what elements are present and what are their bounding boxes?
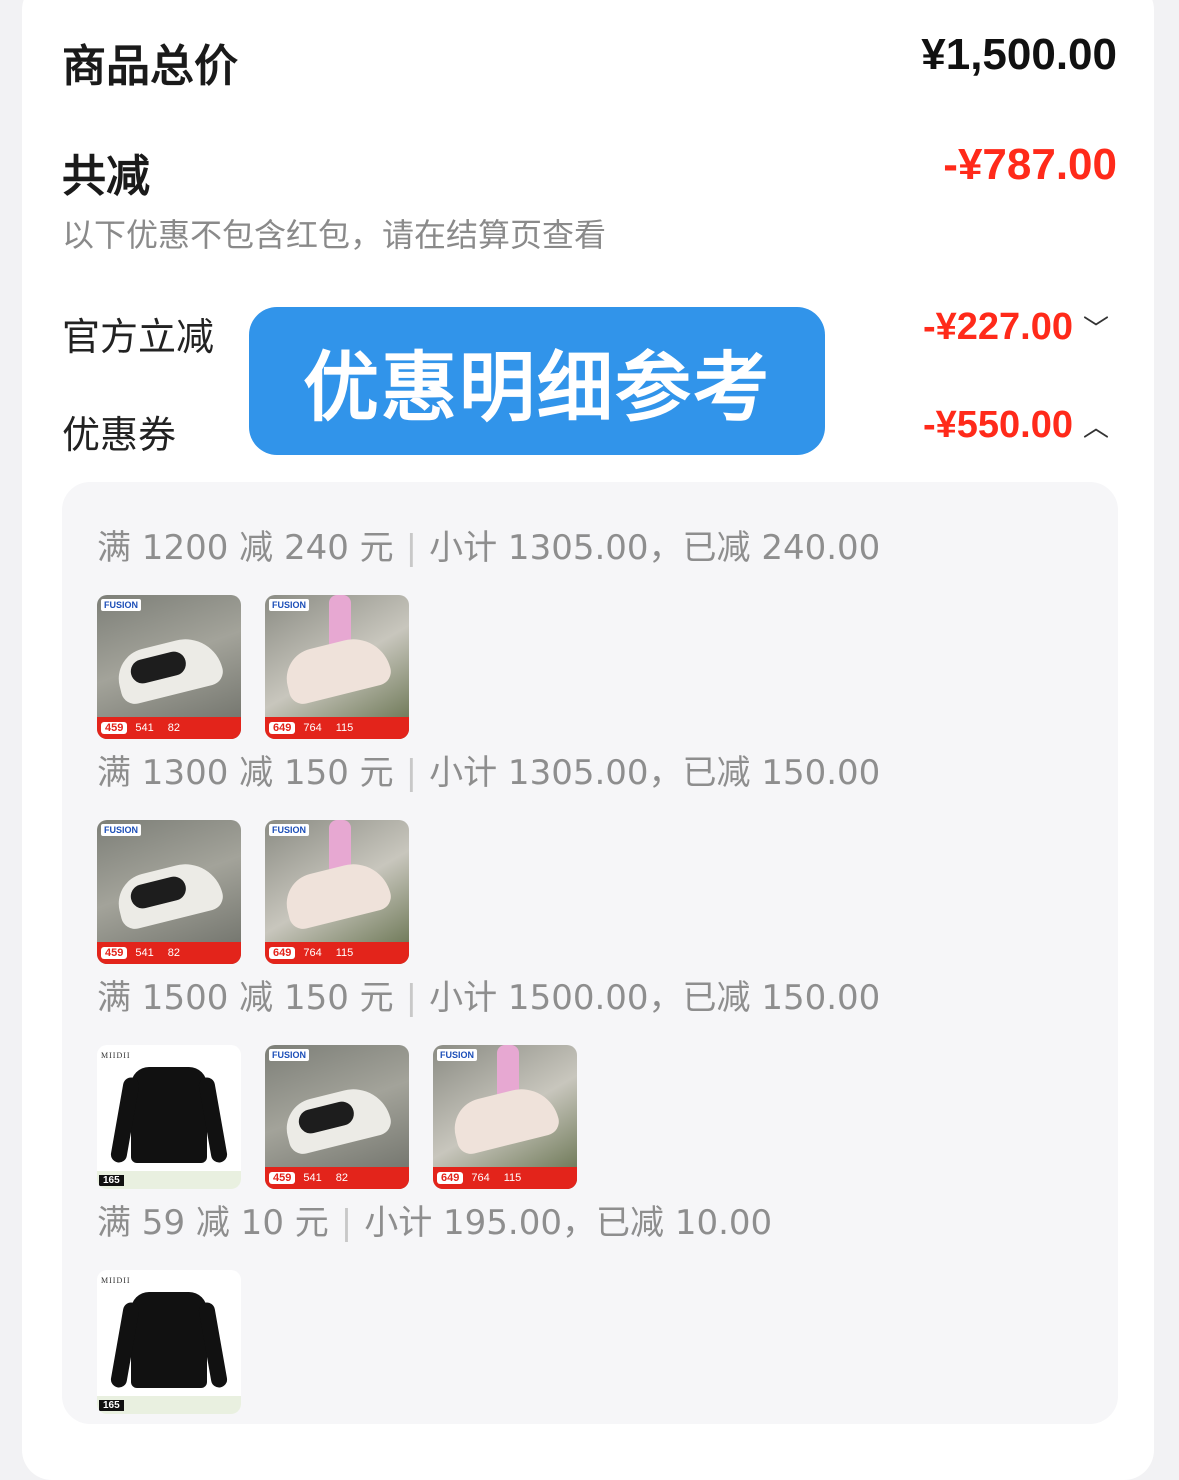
- coupon-value: -¥550.00: [922, 404, 1073, 446]
- brand-logo: FUSION: [101, 599, 142, 611]
- coupon-group: 满 59 减 10 元 | 小计 195.00，已减 10.00 MIIDII 16…: [97, 1195, 772, 1414]
- coupon-rule: 满 1300 减 150 元: [97, 753, 394, 793]
- coupon-rule: 满 1200 减 240 元: [97, 528, 394, 568]
- coupon-label: 优惠券: [62, 413, 177, 457]
- thumb-price: 764: [471, 1172, 490, 1184]
- product-thumbnail[interactable]: FUSION 459 541 82: [97, 595, 241, 739]
- thumb-price: 649: [269, 947, 296, 959]
- product-thumbnail[interactable]: FUSION 649 764 115: [265, 820, 409, 964]
- total-price-label: 商品总价: [62, 41, 238, 92]
- total-discount-value: -¥787.00: [943, 140, 1117, 189]
- total-price-value: ¥1,500.00: [921, 30, 1117, 79]
- brand-logo: FUSION: [101, 824, 142, 836]
- official-discount-value: -¥227.00: [922, 306, 1073, 348]
- thumb-price: 459: [101, 722, 128, 734]
- product-thumbnail[interactable]: MIIDII 165: [97, 1270, 241, 1414]
- coupon-group: 满 1300 减 150 元 | 小计 1305.00，已减 150.00 FUSI…: [97, 745, 880, 964]
- thumb-price: 649: [269, 722, 296, 734]
- brand-logo: MIIDII: [101, 1276, 131, 1285]
- brand-logo: FUSION: [437, 1049, 478, 1061]
- product-thumbnail[interactable]: FUSION 649 764 115: [433, 1045, 577, 1189]
- overlay-banner: 优惠明细参考: [249, 307, 825, 455]
- product-thumbnail[interactable]: MIIDII 165: [97, 1045, 241, 1189]
- thumb-price: 115: [335, 947, 354, 959]
- coupon-subtotal: 小计 1500.00，已减 150.00: [429, 978, 881, 1018]
- brand-logo: FUSION: [269, 824, 310, 836]
- chevron-up-icon[interactable]: ︿: [1083, 407, 1109, 444]
- coupon-row[interactable]: -¥550.00 ︿: [923, 404, 1109, 447]
- coupon-subtotal: 小计 1305.00，已减 150.00: [429, 753, 881, 793]
- thumb-price: 115: [503, 1172, 522, 1184]
- product-thumbnail[interactable]: FUSION 459 541 82: [97, 820, 241, 964]
- brand-logo: FUSION: [269, 599, 310, 611]
- thumb-price: 541: [135, 947, 154, 959]
- thumb-price: 82: [335, 1172, 348, 1184]
- thumb-price: 459: [269, 1172, 296, 1184]
- thumb-price: 541: [303, 1172, 322, 1184]
- official-discount-label: 官方立减: [62, 315, 215, 359]
- thumb-price: 165: [99, 1174, 124, 1186]
- coupon-group: 满 1500 减 150 元 | 小计 1500.00，已减 150.00 MIID…: [97, 970, 880, 1189]
- product-thumbnail[interactable]: FUSION 649 764 115: [265, 595, 409, 739]
- coupon-rule: 满 1500 减 150 元: [97, 978, 394, 1018]
- thumb-price: 764: [303, 947, 322, 959]
- thumb-price: 82: [167, 722, 180, 734]
- discount-note: 以下优惠不包含红包，请在结算页查看: [62, 216, 607, 254]
- thumb-price: 115: [335, 722, 354, 734]
- official-discount-row[interactable]: -¥227.00 ﹀: [923, 306, 1109, 349]
- thumb-price: 459: [101, 947, 128, 959]
- brand-logo: FUSION: [269, 1049, 310, 1061]
- thumb-price: 541: [135, 722, 154, 734]
- brand-logo: MIIDII: [101, 1051, 131, 1060]
- chevron-down-icon[interactable]: ﹀: [1083, 309, 1109, 346]
- total-discount-label: 共减: [62, 151, 150, 202]
- thumb-price: 764: [303, 722, 322, 734]
- thumb-price: 165: [99, 1399, 124, 1411]
- thumb-price: 82: [167, 947, 180, 959]
- coupon-group: 满 1200 减 240 元 | 小计 1305.00，已减 240.00 FUSI…: [97, 520, 880, 739]
- product-thumbnail[interactable]: FUSION 459 541 82: [265, 1045, 409, 1189]
- coupon-subtotal: 小计 1305.00，已减 240.00: [429, 528, 881, 568]
- coupon-group-title: 满 1500 减 150 元 | 小计 1500.00，已减 150.00: [97, 978, 881, 1018]
- coupon-group-title: 满 1200 减 240 元 | 小计 1305.00，已减 240.00: [97, 528, 881, 568]
- coupon-group-title: 满 59 减 10 元 | 小计 195.00，已减 10.00: [97, 1203, 773, 1243]
- coupon-rule: 满 59 减 10 元: [97, 1203, 329, 1243]
- coupon-group-title: 满 1300 减 150 元 | 小计 1305.00，已减 150.00: [97, 753, 881, 793]
- coupon-subtotal: 小计 195.00，已减 10.00: [364, 1203, 773, 1243]
- thumb-price: 649: [437, 1172, 464, 1184]
